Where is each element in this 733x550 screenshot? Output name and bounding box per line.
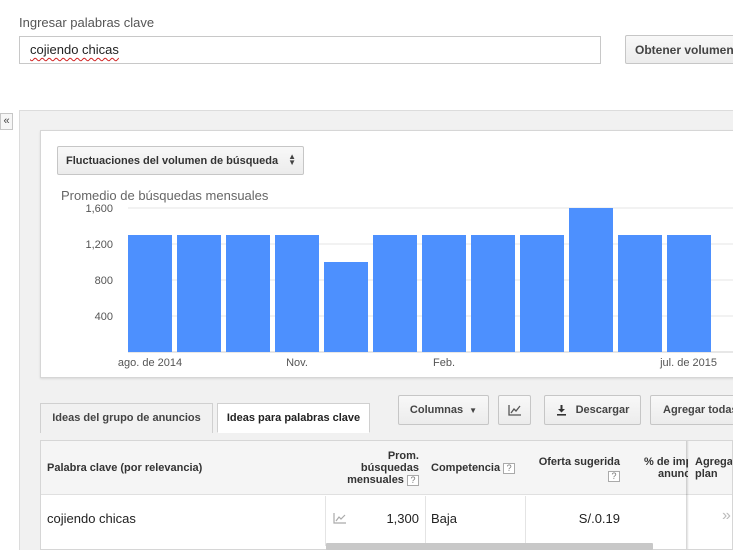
y-tick-label: 400 — [95, 311, 113, 323]
get-search-volume-button[interactable]: Obtener volumen de búsqueda — [625, 35, 733, 64]
trend-chart-icon[interactable] — [333, 512, 347, 524]
chart-bar[interactable] — [618, 235, 662, 352]
x-tick-label: jul. de 2015 — [659, 357, 717, 369]
header-add-to-plan[interactable]: Agregar al plan — [695, 456, 732, 480]
chart-bar[interactable] — [569, 208, 613, 352]
tab-keyword-ideas[interactable]: Ideas para palabras clave — [217, 403, 370, 433]
header-keyword[interactable]: Palabra clave (por relevancia) — [47, 462, 202, 474]
fluctuation-selector[interactable]: Fluctuaciones del volumen de búsqueda ▲ ▼ — [57, 146, 304, 175]
y-tick-label: 800 — [95, 275, 113, 287]
tab-ad-group-ideas[interactable]: Ideas del grupo de anuncios — [40, 403, 213, 433]
download-icon — [556, 405, 566, 416]
keyword-input-label: Ingresar palabras clave — [19, 15, 155, 30]
download-button[interactable]: Descargar — [544, 395, 641, 425]
caret-down-icon: ▼ — [469, 406, 478, 415]
chart-bar[interactable] — [275, 235, 319, 352]
table-header: Palabra clave (por relevancia) Prom. bús… — [41, 441, 732, 495]
header-avg-searches[interactable]: Prom. búsquedas mensuales ? — [327, 450, 419, 486]
y-tick-label: 1,200 — [85, 239, 113, 251]
chart-bar[interactable] — [226, 235, 270, 352]
chart-bar[interactable] — [177, 235, 221, 352]
column-scroll-shadow — [686, 441, 689, 549]
row-competition: Baja — [431, 511, 458, 526]
horizontal-scrollbar[interactable] — [326, 543, 653, 550]
x-tick-label: ago. de 2014 — [118, 357, 182, 369]
chart-bar[interactable] — [373, 235, 417, 352]
chart-bar[interactable] — [324, 262, 368, 352]
keyword-input[interactable] — [19, 36, 601, 64]
keyword-table: Palabra clave (por relevancia) Prom. bús… — [40, 440, 733, 550]
fluctuation-selector-label: Fluctuaciones del volumen de búsqueda — [66, 154, 279, 167]
chart-bar[interactable] — [128, 235, 172, 352]
line-chart-icon — [507, 405, 521, 416]
keyword-search-area: Ingresar palabras clave cojiendo chicas … — [0, 0, 733, 110]
y-tick-label: 1,600 — [85, 203, 113, 215]
bar-chart: 400 800 1,200 1,600 ago. de 2014 Nov. Feb. jul.… — [85, 203, 733, 369]
download-button-label: Descargar — [575, 403, 630, 416]
x-tick-label: Nov. — [286, 357, 308, 369]
row-divider — [325, 496, 326, 546]
add-all-button[interactable]: Agregar todas — [650, 395, 733, 425]
columns-button-label: Columnas — [409, 404, 464, 416]
row-suggested-bid: S/.0.19 — [578, 511, 620, 526]
header-competition[interactable]: Competencia ? — [431, 462, 516, 474]
x-tick-label: Feb. — [433, 357, 455, 369]
help-icon[interactable]: ? — [608, 470, 620, 482]
row-divider — [425, 496, 426, 546]
row-keyword: cojiendo chicas — [47, 511, 136, 526]
collapse-sidebar-icon[interactable]: « — [0, 113, 13, 130]
header-suggested-bid[interactable]: Oferta sugerida ? — [529, 456, 620, 482]
help-icon[interactable]: ? — [407, 474, 419, 486]
columns-button[interactable]: Columnas ▼ — [398, 395, 489, 425]
row-avg-searches: 1,300 — [386, 511, 419, 526]
chart-bar[interactable] — [667, 235, 711, 352]
chart-view-button[interactable] — [498, 395, 531, 425]
row-divider — [525, 496, 526, 546]
chart-bar[interactable] — [471, 235, 515, 352]
chart-bar[interactable] — [520, 235, 564, 352]
help-icon[interactable]: ? — [503, 462, 516, 474]
chart-bar[interactable] — [422, 235, 466, 352]
sort-arrows-icon: ▲ ▼ — [288, 152, 296, 167]
add-to-plan-icon[interactable]: » — [722, 507, 731, 525]
header-impression-share[interactable]: % de impresiones anuncio — [644, 456, 688, 480]
